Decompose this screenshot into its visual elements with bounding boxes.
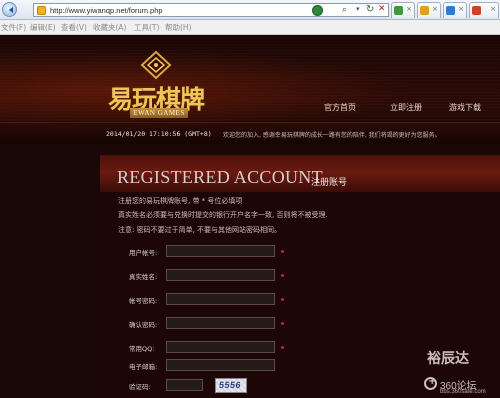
dropdown-arrow-icon[interactable]: ▾ (356, 5, 360, 13)
captcha-code: 5556 (218, 380, 242, 390)
stop-icon[interactable]: ✕ (378, 4, 386, 14)
password-input[interactable] (166, 293, 275, 305)
confirm-password-label: 确认密码: (129, 321, 158, 329)
nav-home[interactable]: 官方首页 (324, 102, 356, 113)
watermark-url: bbs.360safe.com (440, 389, 486, 395)
welcome-marquee: 欢迎您的加入, 感谢幸易玩棋牌的成长一路有您的陪伴, 我们将竭的更好为您服务。 (223, 132, 441, 139)
tab-favicon-icon (472, 6, 481, 15)
logo-subtitle: EWAN GAMES (130, 108, 188, 118)
tab-favicon-icon (394, 6, 403, 15)
required-dot-icon (281, 274, 284, 277)
menu-view[interactable]: 查看(V) (61, 22, 87, 33)
search-icon[interactable]: ⌕ (342, 5, 347, 15)
register-note-realname: 真实姓名必须要与兑换时提交的银行开户名字一致, 否则将不被受理. (118, 211, 328, 219)
password-label: 帐号密码: (129, 297, 158, 305)
close-tab-icon[interactable]: × (432, 5, 438, 13)
refresh-icon[interactable]: ↻ (366, 4, 374, 15)
watermark-text: 裕辰达 (427, 351, 469, 367)
logo-knot-icon (140, 50, 172, 80)
url-input[interactable]: http://www.yiwanqp.net/forum.php (50, 6, 163, 15)
required-dot-icon (281, 346, 284, 349)
realname-input[interactable] (166, 269, 275, 281)
captcha-label: 验证码: (129, 383, 151, 391)
browser-tab-2[interactable]: × (417, 2, 441, 18)
close-tab-icon[interactable]: × (490, 5, 496, 13)
register-note-required: 注册您的易玩棋牌账号, 带 * 号位必填项 (118, 197, 243, 205)
watermark-logo-icon: + (424, 376, 437, 390)
captcha-image[interactable]: 5556 (215, 378, 247, 393)
qq-input[interactable] (166, 341, 275, 353)
browser-tab-3[interactable]: × (443, 2, 467, 18)
menu-bar: 文件(F) 编辑(E) 查看(V) 收藏夹(A) 工具(T) 帮助(H) (0, 20, 500, 35)
register-subtitle: 注册账号 (311, 178, 348, 188)
required-dot-icon (281, 298, 284, 301)
email-label: 电子邮箱: (129, 363, 158, 371)
address-bar: http://www.yiwanqp.net/forum.php ⌕ ▾ ↻ ✕… (0, 0, 500, 20)
browser-tab-1[interactable]: × (391, 2, 415, 18)
required-dot-icon (281, 322, 284, 325)
menu-favorites[interactable]: 收藏夹(A) (93, 22, 126, 33)
register-note-password: 注意: 密码不要过于简单, 不要与其他网站密码相同。 (118, 226, 282, 234)
site-favicon-icon (37, 6, 46, 15)
menu-tools[interactable]: 工具(T) (134, 22, 159, 33)
browser-tab-4[interactable]: × (469, 2, 499, 18)
tab-favicon-icon (446, 6, 455, 15)
register-title: REGISTERED ACCOUNT (117, 167, 323, 187)
back-button[interactable] (2, 2, 17, 17)
url-box[interactable]: http://www.yiwanqp.net/forum.php ⌕ ▾ ↻ ✕ (33, 3, 389, 17)
nav-download[interactable]: 游戏下载 (449, 102, 481, 113)
username-input[interactable] (166, 245, 275, 257)
email-input[interactable] (166, 359, 275, 371)
menu-help[interactable]: 帮助(H) (165, 22, 192, 33)
close-tab-icon[interactable]: × (406, 5, 412, 13)
compatibility-icon[interactable] (312, 5, 323, 16)
menu-file[interactable]: 文件(F) (1, 22, 26, 33)
nav-register[interactable]: 立即注册 (390, 102, 422, 113)
tab-favicon-icon (420, 6, 429, 15)
current-datetime: 2014/01/20 17:10:56 (GMT+8) (106, 130, 212, 138)
confirm-password-input[interactable] (166, 317, 275, 329)
qq-label: 常用QQ: (129, 345, 155, 353)
menu-edit[interactable]: 编辑(E) (30, 22, 56, 33)
realname-label: 真实姓名: (129, 273, 158, 281)
close-tab-icon[interactable]: × (458, 5, 464, 13)
username-label: 用户帐号: (129, 249, 158, 257)
required-dot-icon (281, 250, 284, 253)
captcha-input[interactable] (166, 379, 203, 391)
